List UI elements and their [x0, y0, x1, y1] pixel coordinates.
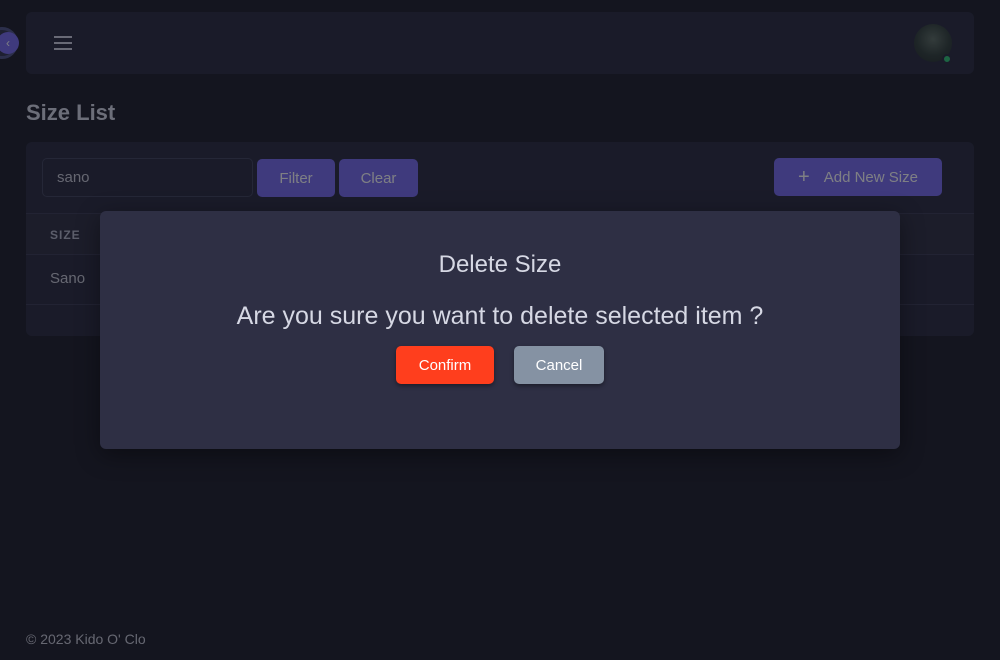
delete-confirm-modal: Delete Size Are you sure you want to del…	[100, 211, 900, 449]
footer-copyright: © 2023 Kido O' Clo	[26, 631, 146, 647]
plus-icon: +	[798, 166, 810, 188]
filter-button[interactable]: Filter	[257, 159, 335, 197]
cancel-button[interactable]: Cancel	[514, 346, 604, 384]
top-navbar	[26, 12, 974, 74]
clear-button[interactable]: Clear	[339, 159, 418, 197]
add-new-size-label: Add New Size	[823, 168, 918, 186]
table-cell-size: Sano	[50, 270, 86, 287]
sidebar-toggle-button[interactable]: ‹	[0, 27, 19, 59]
search-input[interactable]: sano	[42, 158, 253, 197]
chevron-left-icon: ‹	[0, 32, 19, 54]
add-new-size-button[interactable]: + Add New Size	[774, 158, 942, 196]
column-header-size: SIZE	[50, 228, 81, 242]
modal-title: Delete Size	[438, 251, 562, 278]
page-title: Size List	[26, 100, 116, 125]
confirm-button[interactable]: Confirm	[396, 346, 494, 384]
hamburger-icon[interactable]	[54, 36, 72, 50]
modal-message: Are you sure you want to delete selected…	[236, 302, 764, 330]
online-status-indicator	[942, 54, 952, 64]
